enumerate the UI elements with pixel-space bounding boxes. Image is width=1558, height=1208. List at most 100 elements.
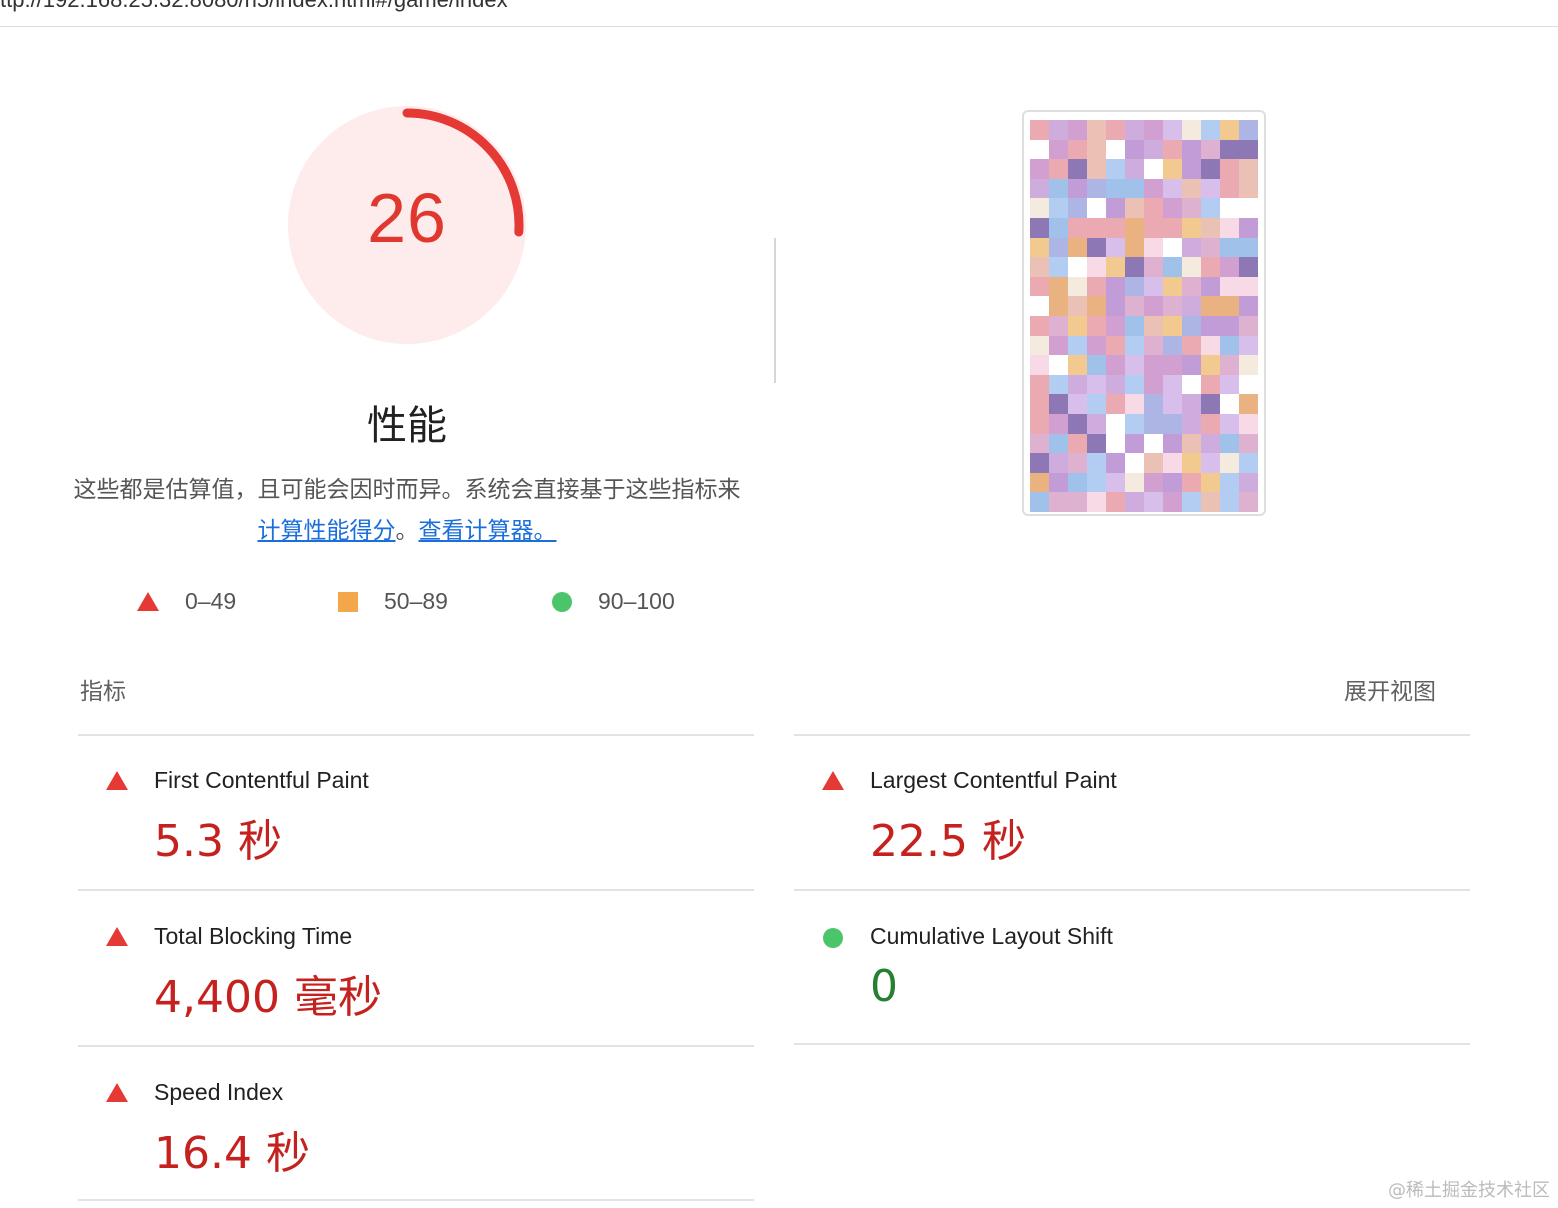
mosaic-cell	[1030, 374, 1049, 395]
mosaic-cell	[1030, 178, 1049, 199]
mosaic-cell	[1201, 296, 1220, 316]
fail-triangle-icon	[106, 771, 128, 790]
mosaic-cell	[1087, 178, 1106, 199]
mosaic-cell	[1125, 453, 1144, 473]
legend-item-pass: 90–100	[552, 588, 675, 615]
metric-total-blocking-time: Total Blocking Time 4,400 毫秒	[78, 923, 754, 1043]
mosaic-cell	[1068, 218, 1087, 238]
score-description: 这些都是估算值，且可能会因时而异。系统会直接基于这些指标来计算性能得分。查看计算…	[70, 470, 744, 552]
mosaic-cell	[1220, 159, 1239, 179]
mosaic-cell	[1049, 139, 1068, 160]
metric-label: Largest Contentful Paint	[870, 767, 1117, 793]
mosaic-cell	[1220, 120, 1239, 140]
mosaic-cell	[1144, 276, 1163, 297]
mosaic-cell	[1201, 237, 1220, 258]
mosaic-cell	[1030, 316, 1049, 336]
calculate-score-link[interactable]: 计算性能得分	[258, 518, 396, 544]
mosaic-cell	[1068, 414, 1087, 434]
mosaic-cell	[1125, 394, 1144, 414]
mosaic-cell	[1049, 198, 1068, 218]
mosaic-cell	[1087, 492, 1106, 512]
mosaic-cell	[1144, 178, 1163, 199]
mosaic-cell	[1239, 433, 1258, 454]
mosaic-cell	[1106, 178, 1125, 199]
mosaic-cell	[1068, 139, 1087, 160]
mosaic-cell	[1049, 218, 1068, 238]
mosaic-cell	[1106, 139, 1125, 160]
mosaic-cell	[1182, 198, 1201, 218]
mosaic-cell	[1182, 453, 1201, 473]
mosaic-cell	[1239, 159, 1258, 179]
mosaic-cell	[1144, 139, 1163, 160]
mosaic-cell	[1087, 296, 1106, 316]
address-bar[interactable]: ttp://192.168.25.32:8080/h5/index.html#/…	[0, 0, 1558, 27]
mosaic-cell	[1144, 120, 1163, 140]
mosaic-cell	[1201, 198, 1220, 218]
mosaic-cell	[1106, 453, 1125, 473]
mosaic-cell	[1068, 374, 1087, 395]
metric-value: 4,400 毫秒	[154, 972, 382, 1023]
mosaic-cell	[1049, 178, 1068, 199]
divider	[78, 734, 754, 736]
metric-label: Speed Index	[154, 1079, 284, 1105]
mosaic-cell	[1106, 198, 1125, 218]
page-screenshot-thumbnail[interactable]	[1022, 110, 1266, 516]
mosaic-cell	[1239, 257, 1258, 277]
mosaic-cell	[1125, 414, 1144, 434]
mosaic-cell	[1030, 394, 1049, 414]
mosaic-cell	[1239, 198, 1258, 218]
mosaic-cell	[1068, 237, 1087, 258]
mosaic-cell	[1125, 120, 1144, 140]
mosaic-cell	[1030, 276, 1049, 297]
divider	[78, 889, 754, 891]
mosaic-cell	[1220, 355, 1239, 375]
mosaic-cell	[1163, 296, 1182, 316]
performance-score-value: 26	[367, 179, 447, 257]
mosaic-cell	[1106, 296, 1125, 316]
mosaic-cell	[1125, 276, 1144, 297]
mosaic-cell	[1182, 335, 1201, 356]
mosaic-cell	[1087, 139, 1106, 160]
mosaic-cell	[1182, 355, 1201, 375]
metric-value: 16.4 秒	[154, 1128, 310, 1179]
url-text: ttp://192.168.25.32:8080/h5/index.html#/…	[0, 0, 508, 13]
mosaic-cell	[1239, 414, 1258, 434]
mosaic-cell	[1220, 492, 1239, 512]
mosaic-cell	[1144, 316, 1163, 336]
mosaic-cell	[1163, 257, 1182, 277]
metric-label: Cumulative Layout Shift	[870, 923, 1113, 949]
mosaic-cell	[1049, 120, 1068, 140]
mosaic-cell	[1182, 316, 1201, 336]
mosaic-cell	[1106, 218, 1125, 238]
expand-view-toggle[interactable]: 展开视图	[1344, 672, 1436, 706]
mosaic-cell	[1068, 198, 1087, 218]
mosaic-cell	[1144, 296, 1163, 316]
mosaic-cell	[1049, 316, 1068, 336]
mosaic-cell	[1125, 237, 1144, 258]
mosaic-cell	[1030, 492, 1049, 512]
mosaic-cell	[1201, 178, 1220, 199]
mosaic-cell	[1030, 414, 1049, 434]
mosaic-cell	[1220, 374, 1239, 395]
performance-category-title: 性能	[367, 403, 447, 449]
mosaic-cell	[1239, 472, 1258, 493]
mosaic-cell	[1182, 257, 1201, 277]
mosaic-cell	[1201, 394, 1220, 414]
mosaic-cell	[1163, 276, 1182, 297]
mosaic-cell	[1087, 472, 1106, 493]
mosaic-cell	[1182, 120, 1201, 140]
mosaic-cell	[1220, 414, 1239, 434]
mosaic-cell	[1182, 394, 1201, 414]
metric-largest-contentful-paint: Largest Contentful Paint 22.5 秒	[794, 767, 1470, 887]
mosaic-cell	[1144, 433, 1163, 454]
mosaic-cell	[1106, 492, 1125, 512]
mosaic-cell	[1049, 355, 1068, 375]
mosaic-cell	[1144, 237, 1163, 258]
mosaic-cell	[1087, 433, 1106, 454]
mosaic-cell	[1182, 218, 1201, 238]
mosaic-cell	[1182, 178, 1201, 199]
mosaic-cell	[1106, 472, 1125, 493]
view-calculator-link[interactable]: 查看计算器。	[419, 518, 557, 544]
mosaic-cell	[1068, 178, 1087, 199]
mosaic-cell	[1125, 335, 1144, 356]
